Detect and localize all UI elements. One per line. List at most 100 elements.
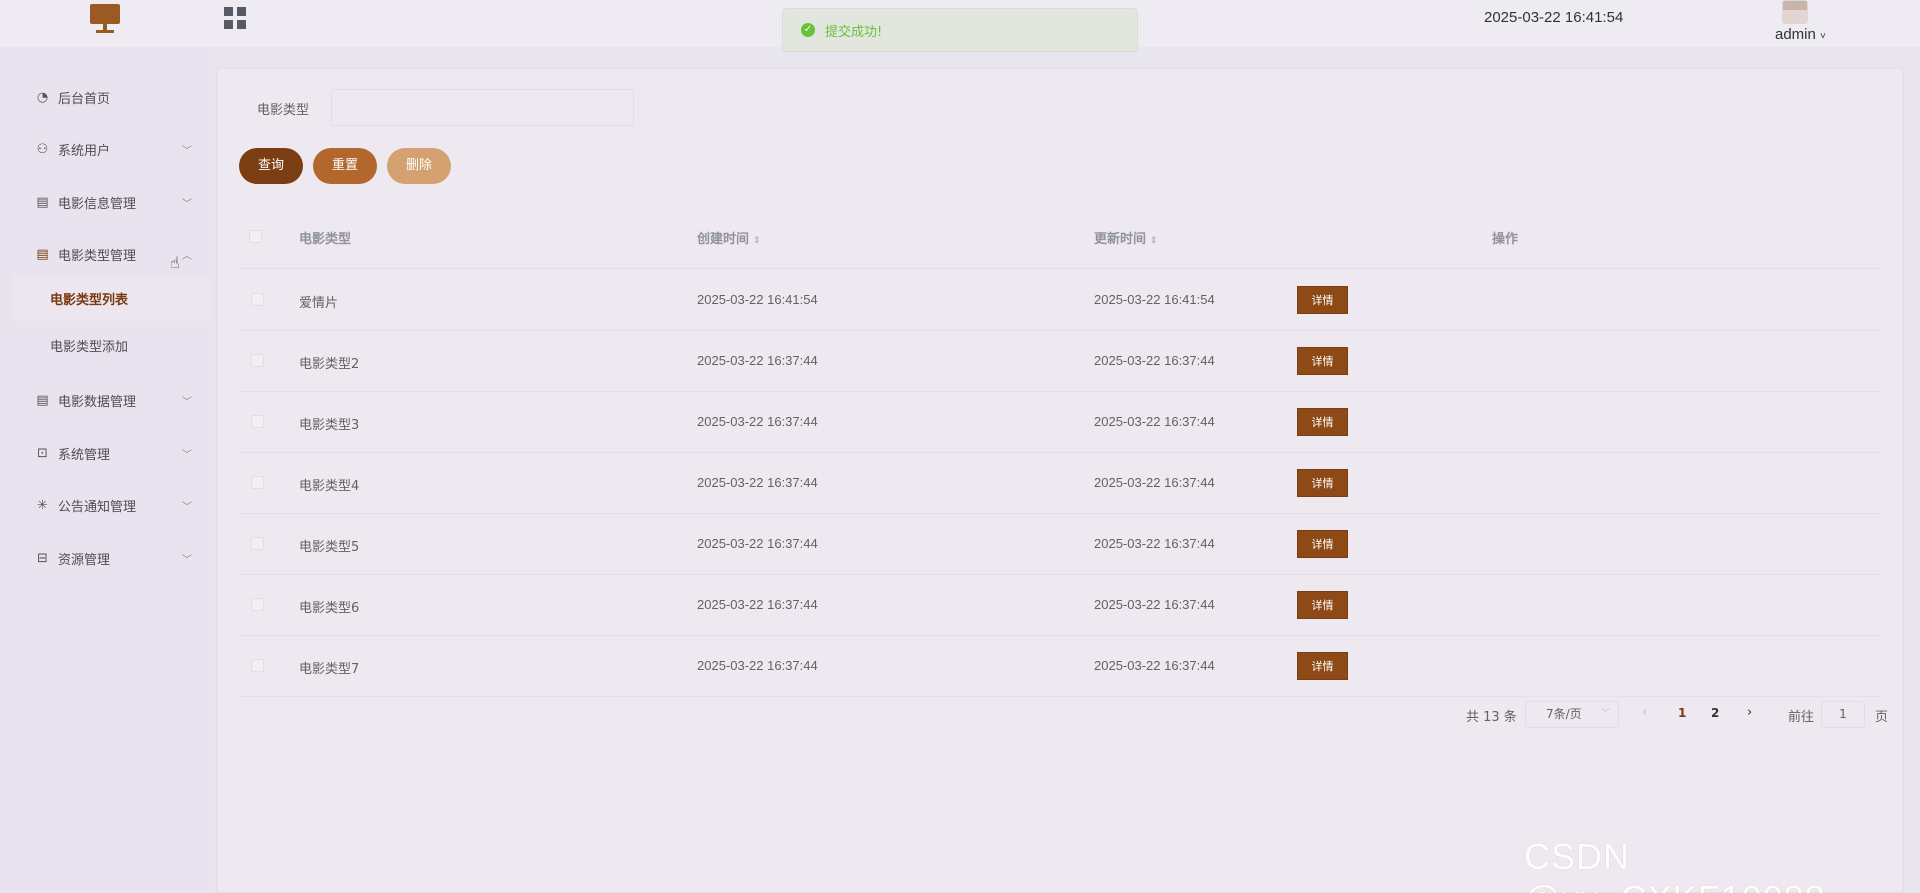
table-row: 电影类型6 2025-03-22 16:37:44 2025-03-22 16:… xyxy=(239,575,1883,636)
sidebar-subitem-type-add[interactable]: 电影类型添加 xyxy=(12,322,211,368)
chevron-down-icon: ﹀ xyxy=(1600,709,1610,719)
detail-button[interactable]: 详情 xyxy=(1297,286,1348,314)
row-checkbox[interactable] xyxy=(251,598,264,611)
card-icon: ▤ xyxy=(36,194,49,210)
detail-button[interactable]: 详情 xyxy=(1297,530,1348,558)
cell-created: 2025-03-22 16:37:44 xyxy=(697,414,818,429)
sidebar-item-label: 系统用户 xyxy=(58,143,111,159)
sidebar-item-resource[interactable]: ⊟ 资源管理 ﹀ xyxy=(0,538,211,578)
chevron-down-icon: ﹀ xyxy=(182,145,192,157)
column-header-type: 电影类型 xyxy=(299,232,352,247)
sort-icon[interactable]: ⇕ xyxy=(1150,236,1158,246)
goto-label: 前往 xyxy=(1788,710,1815,725)
page-suffix: 页 xyxy=(1875,710,1889,725)
table-row: 电影类型4 2025-03-22 16:37:44 2025-03-22 16:… xyxy=(239,453,1883,514)
goto-page-input[interactable]: 1 xyxy=(1821,701,1865,728)
hand-cursor-icon: ☝ xyxy=(170,253,180,272)
detail-button[interactable]: 详情 xyxy=(1297,591,1348,619)
chevron-down-icon: ﹀ xyxy=(182,501,192,513)
table-row: 电影类型5 2025-03-22 16:37:44 2025-03-22 16:… xyxy=(239,514,1883,575)
sidebar-item-label: 电影信息管理 xyxy=(58,196,137,212)
column-header-label: 创建时间 xyxy=(697,232,750,247)
table-row: 电影类型2 2025-03-22 16:37:44 2025-03-22 16:… xyxy=(239,331,1883,392)
toast-message: 提交成功! xyxy=(825,24,883,40)
sidebar-item-system-users[interactable]: ⚇ 系统用户 ﹀ xyxy=(0,129,211,169)
chevron-down-icon: ˅ xyxy=(1820,31,1826,42)
table-row: 电影类型3 2025-03-22 16:37:44 2025-03-22 16:… xyxy=(239,392,1883,453)
row-checkbox[interactable] xyxy=(251,476,264,489)
delete-button[interactable]: 删除 xyxy=(387,148,451,184)
row-checkbox[interactable] xyxy=(251,537,264,550)
page-number[interactable]: 1 xyxy=(1678,706,1686,720)
check-circle-icon: ✓ xyxy=(801,23,815,37)
cell-created: 2025-03-22 16:37:44 xyxy=(697,353,818,368)
chevron-down-icon: ﹀ xyxy=(182,554,192,566)
cell-type: 电影类型7 xyxy=(299,662,360,677)
sidebar-item-label: 资源管理 xyxy=(58,552,111,568)
cell-type: 电影类型2 xyxy=(299,357,360,372)
folder-check-icon: ⊡ xyxy=(37,445,48,461)
cell-type: 爱情片 xyxy=(299,296,339,311)
column-header-updated[interactable]: 更新时间 ⇕ xyxy=(1094,228,1158,247)
grid-menu-icon[interactable] xyxy=(224,7,246,29)
next-page-icon[interactable]: › xyxy=(1747,705,1752,720)
page-size-select[interactable]: 7条/页 ﹀ xyxy=(1525,701,1619,728)
user-icon: ⚇ xyxy=(36,141,49,157)
cell-updated: 2025-03-22 16:37:44 xyxy=(1094,475,1215,490)
table-row: 爱情片 2025-03-22 16:41:54 2025-03-22 16:41… xyxy=(239,270,1883,331)
row-checkbox[interactable] xyxy=(251,354,264,367)
current-datetime: 2025-03-22 16:41:54 xyxy=(1484,9,1624,26)
sidebar-item-movie-data[interactable]: ▤ 电影数据管理 ﹀ xyxy=(0,380,211,420)
sidebar-subitem-label: 电影类型添加 xyxy=(50,339,129,355)
page-number[interactable]: 2 xyxy=(1711,706,1719,720)
table-header: 电影类型 创建时间 ⇕ 更新时间 ⇕ 操作 xyxy=(239,204,1883,269)
sidebar-item-home[interactable]: ◔ 后台首页 xyxy=(0,77,211,117)
detail-button[interactable]: 详情 xyxy=(1297,652,1348,680)
cell-updated: 2025-03-22 16:37:44 xyxy=(1094,414,1215,429)
sidebar: ◔ 后台首页 ⚇ 系统用户 ﹀ ▤ 电影信息管理 ﹀ ▤ 电影类型管理 ︿ 电影… xyxy=(0,47,211,893)
column-header-action: 操作 xyxy=(1492,232,1519,247)
cell-updated: 2025-03-22 16:37:44 xyxy=(1094,353,1215,368)
box-icon: ⊟ xyxy=(37,550,48,566)
cell-type: 电影类型4 xyxy=(299,479,360,494)
detail-button[interactable]: 详情 xyxy=(1297,469,1348,497)
reset-button[interactable]: 重置 xyxy=(313,148,377,184)
cell-type: 电影类型3 xyxy=(299,418,360,433)
detail-button[interactable]: 详情 xyxy=(1297,408,1348,436)
filter-label: 电影类型 xyxy=(257,103,310,118)
main-content: 电影类型 查询 重置 删除 电影类型 创建时间 ⇕ 更新时间 ⇕ 操作 爱情片 20… xyxy=(216,68,1904,893)
detail-button[interactable]: 详情 xyxy=(1297,347,1348,375)
sidebar-item-movie-info[interactable]: ▤ 电影信息管理 ﹀ xyxy=(0,182,211,222)
chevron-up-icon: ︿ xyxy=(182,250,192,262)
query-button[interactable]: 查询 xyxy=(239,148,303,184)
movie-type-search-input[interactable] xyxy=(331,89,634,126)
sidebar-item-label: 公告通知管理 xyxy=(58,499,137,515)
cell-updated: 2025-03-22 16:37:44 xyxy=(1094,597,1215,612)
sidebar-subitem-type-list[interactable]: 电影类型列表 xyxy=(12,275,211,321)
sidebar-item-label: 系统管理 xyxy=(58,447,111,463)
sidebar-item-notice[interactable]: ✳ 公告通知管理 ﹀ xyxy=(0,485,211,525)
sidebar-item-system-manage[interactable]: ⊡ 系统管理 ﹀ xyxy=(0,433,211,473)
chevron-down-icon: ﹀ xyxy=(182,198,192,210)
column-header-label: 更新时间 xyxy=(1094,232,1147,247)
chevron-down-icon: ﹀ xyxy=(182,396,192,408)
row-checkbox[interactable] xyxy=(251,293,264,306)
cell-created: 2025-03-22 16:37:44 xyxy=(697,658,818,673)
sort-icon[interactable]: ⇕ xyxy=(753,236,761,246)
prev-page-icon[interactable]: ‹ xyxy=(1642,705,1647,720)
avatar[interactable] xyxy=(1782,0,1808,24)
sidebar-item-label: 后台首页 xyxy=(58,91,111,107)
table-row: 电影类型7 2025-03-22 16:37:44 2025-03-22 16:… xyxy=(239,636,1883,697)
user-name: admin xyxy=(1775,26,1816,43)
select-all-checkbox[interactable] xyxy=(249,230,262,243)
row-checkbox[interactable] xyxy=(251,659,264,672)
column-header-created[interactable]: 创建时间 ⇕ xyxy=(697,228,761,247)
row-checkbox[interactable] xyxy=(251,415,264,428)
monitor-logo-icon[interactable] xyxy=(90,4,120,34)
cell-updated: 2025-03-22 16:37:44 xyxy=(1094,536,1215,551)
user-menu[interactable]: admin ˅ xyxy=(1775,26,1826,43)
sidebar-subitem-label: 电影类型列表 xyxy=(50,292,129,308)
cell-created: 2025-03-22 16:37:44 xyxy=(697,597,818,612)
cell-type: 电影类型6 xyxy=(299,601,360,616)
chevron-down-icon: ﹀ xyxy=(182,449,192,461)
